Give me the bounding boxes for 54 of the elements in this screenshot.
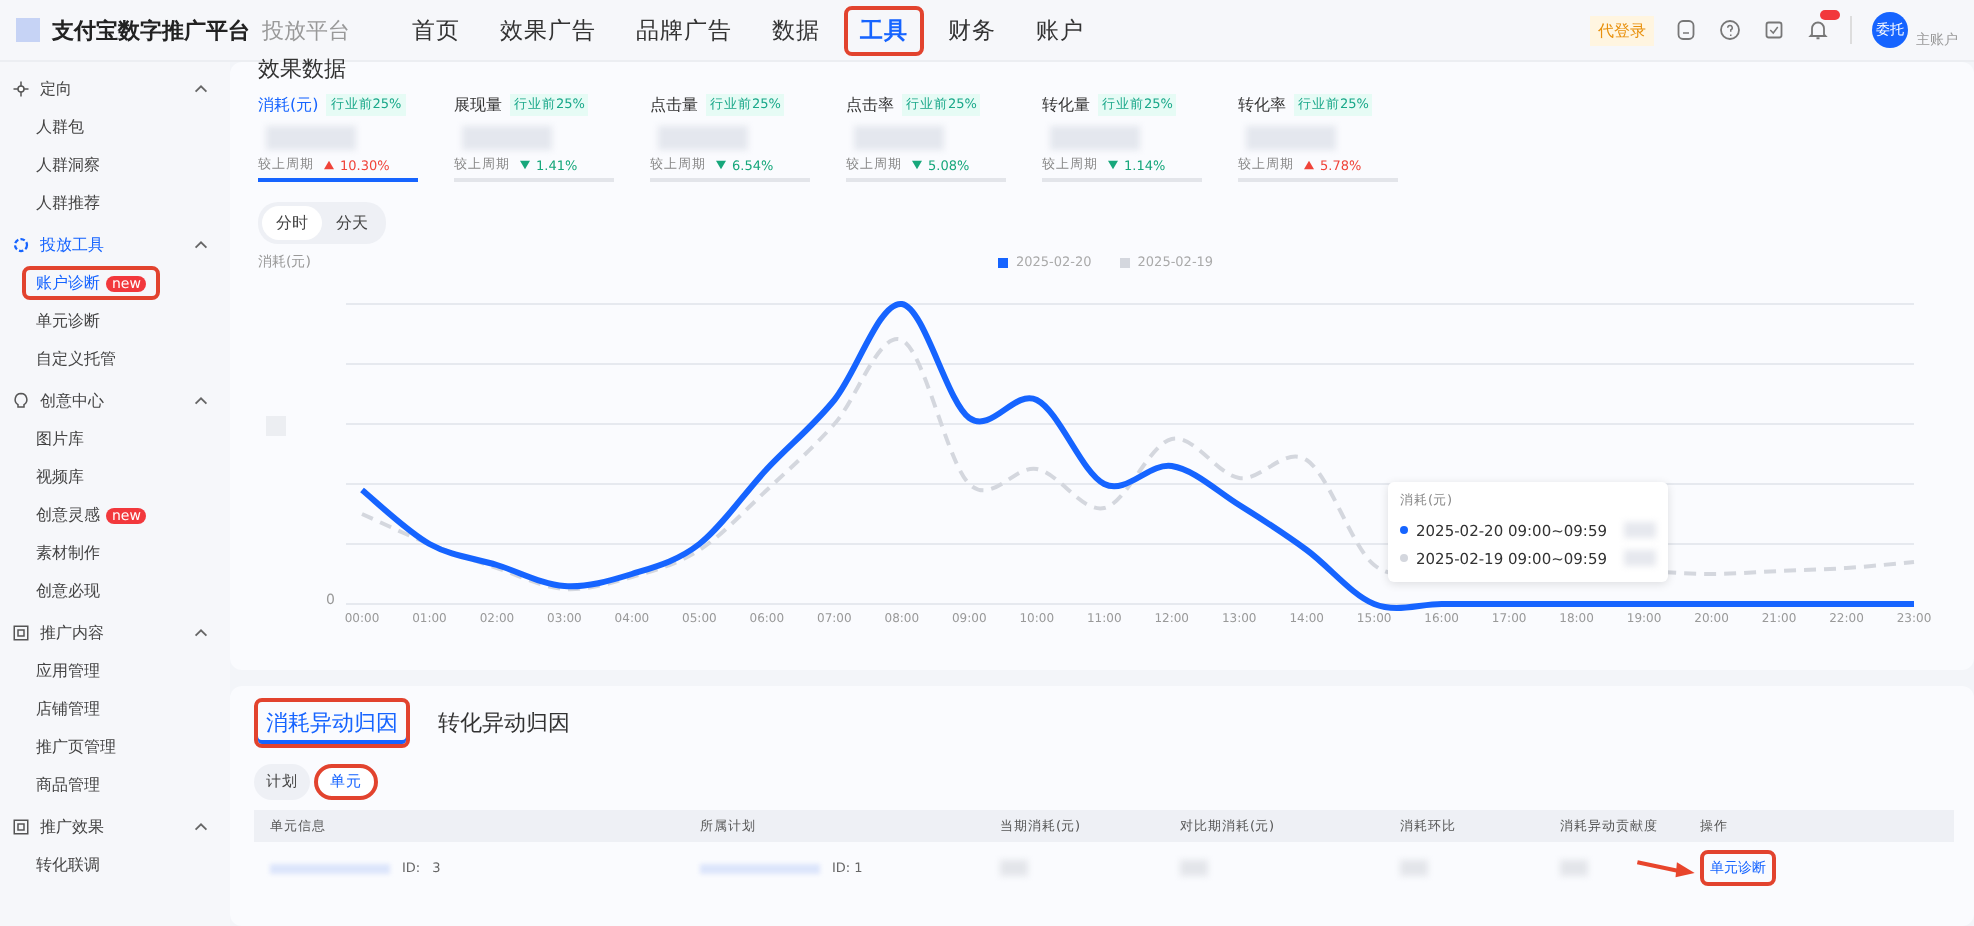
logo-icon [16, 18, 40, 42]
brand-name: 支付宝数字推广平台 [52, 15, 250, 45]
blurred-unit-name [270, 863, 390, 873]
nav-tab[interactable]: 首页 [396, 5, 476, 55]
sidebar-group-title[interactable]: 推广内容 [40, 621, 182, 643]
metric-label: 点击率 [846, 94, 894, 116]
sidebar-item[interactable]: 素材制作 [22, 536, 114, 570]
sidebar-group-title[interactable]: 推广效果 [40, 815, 182, 837]
sidebar-group-title[interactable]: 创意中心 [40, 389, 182, 411]
sidebar-item[interactable]: 人群包 [22, 110, 98, 144]
sidebar-item[interactable]: 图片库 [22, 422, 98, 456]
card-title: 效果数据 [258, 54, 348, 82]
sidebar-item[interactable]: 人群推荐 [22, 186, 114, 220]
blurred-value [1624, 550, 1656, 566]
sidebar-item[interactable]: 商品管理 [22, 768, 114, 802]
sidebar-item[interactable]: 创意必现 [22, 574, 114, 608]
nav-tab[interactable]: 工具 [844, 5, 924, 55]
sidebar-item[interactable]: 单元诊断 [22, 304, 114, 338]
product-name: 投放平台 [262, 15, 350, 45]
nav-tab[interactable]: 财务 [932, 5, 1012, 55]
square-icon [12, 817, 30, 835]
sidebar-item[interactable]: 视频库 [22, 460, 98, 494]
nav-tab[interactable]: 账户 [1020, 5, 1100, 55]
granularity-toggle[interactable]: 分时 [262, 206, 322, 240]
proxy-login-badge: 代登录 [1590, 15, 1654, 45]
sidebar-item[interactable]: 应用管理 [22, 654, 114, 688]
sidebar-item[interactable]: 推广页管理 [22, 730, 130, 764]
blurred-value [1624, 522, 1656, 538]
sidebar-group-title[interactable]: 定向 [40, 77, 182, 99]
granularity-toggle[interactable]: 分天 [322, 206, 382, 240]
attribution-tab[interactable]: 消耗异动归因 [254, 698, 410, 748]
metric-label: 展现量 [454, 94, 502, 116]
sidebar-group-title[interactable]: 投放工具 [40, 233, 182, 255]
annotation-arrow [1636, 857, 1696, 879]
checklist-icon[interactable] [1762, 18, 1786, 42]
blurred-plan-name [700, 863, 820, 873]
chat-icon[interactable] [1674, 18, 1698, 42]
nav-tab[interactable]: 数据 [756, 5, 836, 55]
sidebar-item[interactable]: 店铺管理 [22, 692, 114, 726]
bulb-icon [12, 391, 30, 409]
metric-label: 消耗(元) [258, 94, 319, 116]
metric-label: 转化量 [1042, 94, 1090, 116]
metric-label: 点击量 [650, 94, 698, 116]
square-icon [12, 623, 30, 641]
attribution-tab[interactable]: 转化异动归因 [426, 698, 582, 748]
crosshair-icon [12, 79, 30, 97]
sidebar-item[interactable]: 转化联调 [22, 848, 114, 882]
nav-tab[interactable]: 品牌广告 [620, 5, 748, 55]
bell-icon[interactable] [1806, 18, 1830, 42]
metric-label: 转化率 [1238, 94, 1286, 116]
help-icon[interactable] [1718, 18, 1742, 42]
sidebar-item[interactable]: 人群洞察 [22, 148, 114, 182]
nav-tab[interactable]: 效果广告 [484, 5, 612, 55]
sidebar-item[interactable]: 自定义托管 [22, 342, 130, 376]
